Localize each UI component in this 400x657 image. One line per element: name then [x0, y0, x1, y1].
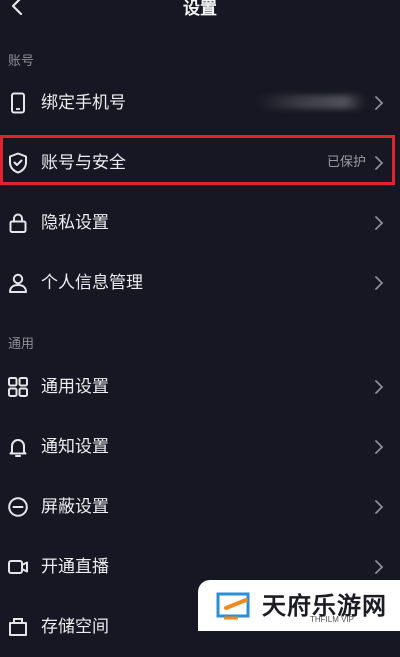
settings-row-privacy[interactable]: 隐私设置	[0, 193, 400, 253]
row-label: 开通直播	[41, 557, 109, 577]
chevron-right-icon	[375, 96, 384, 110]
row-label: 通知设置	[41, 437, 109, 457]
storage-icon	[9, 618, 27, 636]
lock-icon	[9, 213, 27, 233]
row-label: 个人信息管理	[41, 273, 143, 293]
bell-icon	[9, 439, 27, 457]
video-icon	[8, 560, 28, 574]
watermark-logo-icon	[216, 592, 250, 620]
settings-row-personal-info[interactable]: 个人信息管理	[0, 253, 400, 313]
grid-icon	[8, 377, 28, 397]
chevron-right-icon	[375, 500, 384, 514]
page-title: 设置	[183, 0, 217, 19]
header-bar: 设置	[0, 0, 400, 36]
phone-number-blurred	[256, 95, 366, 109]
settings-row-notifications[interactable]: 通知设置	[0, 417, 400, 477]
watermark-subtext: THFILM VIP	[310, 615, 355, 624]
row-label: 屏蔽设置	[41, 497, 109, 517]
chevron-right-icon	[375, 440, 384, 454]
row-label: 存储空间	[41, 617, 109, 637]
row-label: 绑定手机号	[41, 93, 126, 113]
settings-row-general[interactable]: 通用设置	[0, 357, 400, 417]
watermark-badge: 天府乐游网 THFILM VIP	[198, 580, 400, 631]
section-label-account: 账号	[8, 54, 35, 69]
chevron-right-icon	[375, 276, 384, 290]
phone-icon	[11, 92, 25, 114]
row-label: 隐私设置	[41, 213, 109, 233]
section-label-general: 通用	[8, 337, 35, 352]
chevron-right-icon	[375, 560, 384, 574]
person-icon	[9, 273, 27, 293]
settings-row-bind-phone[interactable]: 绑定手机号	[0, 73, 400, 133]
block-icon	[8, 497, 28, 517]
chevron-right-icon	[375, 216, 384, 230]
row-label: 通用设置	[41, 377, 109, 397]
highlight-box	[0, 135, 395, 185]
settings-row-block[interactable]: 屏蔽设置	[0, 477, 400, 537]
chevron-right-icon	[375, 380, 384, 394]
